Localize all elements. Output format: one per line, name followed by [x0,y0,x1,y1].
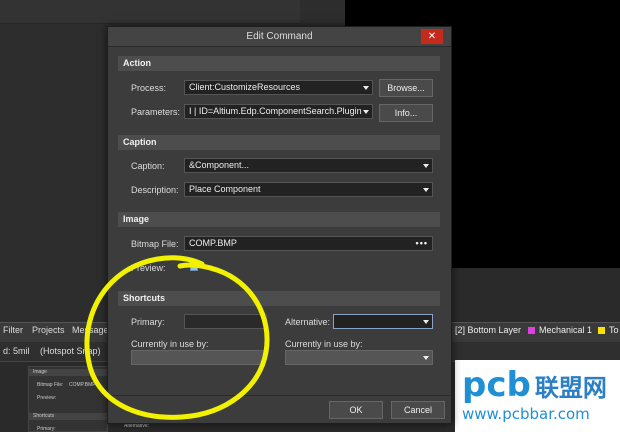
preview-label: Preview: [131,263,166,273]
grid-status: d: 5mil [3,346,30,356]
process-label: Process: [131,83,167,93]
browse-button[interactable]: Browse... [379,79,433,97]
thumb-bitmap-label: Bitmap File: [37,382,64,388]
layer-color-swatch [598,326,605,334]
close-icon[interactable]: ✕ [421,29,443,44]
snap-status: (Hotspot Snap) [40,346,101,356]
thumb-shortcuts-label: Shortcuts [33,413,55,419]
dialog-thumbnail: Image Bitmap File: COMP.BMP Preview: Sho… [28,366,108,432]
layer-tab-bottom[interactable]: [2] Bottom Layer [455,325,521,335]
chevron-down-icon [363,110,369,114]
chevron-down-icon [423,356,429,360]
chevron-down-icon [423,188,429,192]
section-shortcuts-header: Shortcuts [118,291,440,306]
alternative-shortcut-combo[interactable] [333,314,433,329]
parameters-combo[interactable]: I | ID=Altium.Edp.ComponentSearch.Plugin [184,104,373,119]
alternative-label: Alternative: [285,317,331,327]
layer-tab-mechanical1[interactable]: Mechanical 1 [528,325,592,335]
tab-filter[interactable]: Filter [3,325,23,335]
caption-value: &Component... [189,160,250,170]
browse-ellipsis-icon[interactable]: ••• [416,237,428,250]
primary-label: Primary: [131,317,165,327]
edit-command-dialog: Edit Command ✕ Action Process: Client:Cu… [107,26,452,424]
alternative-in-use-label: Currently in use by: [285,339,363,349]
thumb-preview-label: Preview: [37,395,57,401]
process-value: Client:CustomizeResources [189,82,301,92]
footer-divider [108,395,451,396]
description-combo[interactable]: Place Component [184,182,433,197]
bitmap-file-value: COMP.BMP [189,238,237,248]
cancel-button[interactable]: Cancel [391,401,445,419]
layer-tab-top[interactable]: To [598,325,619,335]
bitmap-file-field[interactable]: COMP.BMP ••• [184,236,433,251]
alternative-in-use-combo[interactable] [285,350,433,365]
dialog-title: Edit Command [246,31,313,42]
caption-combo[interactable]: &Component... [184,158,433,173]
watermark-brand: pcb [462,365,531,405]
background-toolbar [0,0,300,24]
process-combo[interactable]: Client:CustomizeResources [184,80,373,95]
description-label: Description: [131,185,179,195]
section-image-header: Image [118,212,440,227]
caption-label: Caption: [131,161,165,171]
thumb-bitmap-value: COMP.BMP [69,382,96,388]
thumb-primary-label: Primary: [37,426,56,432]
section-action-header: Action [118,56,440,71]
dialog-titlebar[interactable]: Edit Command ✕ [108,27,451,47]
primary-shortcut-input[interactable] [184,314,267,329]
parameters-label: Parameters: [131,107,181,117]
chevron-down-icon [423,164,429,168]
parameters-value: I | ID=Altium.Edp.ComponentSearch.Plugin [189,106,362,116]
section-caption-header: Caption [118,135,440,150]
primary-in-use-label: Currently in use by: [131,339,209,349]
description-value: Place Component [189,184,261,194]
info-button[interactable]: Info... [379,104,433,122]
watermark-logo: pcb 联盟网 www.pcbbar.com [462,368,607,423]
chevron-down-icon [363,86,369,90]
chevron-down-icon [423,320,429,324]
component-preview-icon [190,263,198,271]
layer-color-swatch [528,326,535,334]
thumb-image-label: Image [33,369,47,375]
tab-projects[interactable]: Projects [32,325,65,335]
watermark-url: www.pcbbar.com [462,405,590,423]
primary-in-use-field [131,350,264,365]
tab-messages[interactable]: Message [72,325,109,335]
watermark-cn: 联盟网 [534,374,607,402]
ok-button[interactable]: OK [329,401,383,419]
bitmap-file-label: Bitmap File: [131,239,179,249]
